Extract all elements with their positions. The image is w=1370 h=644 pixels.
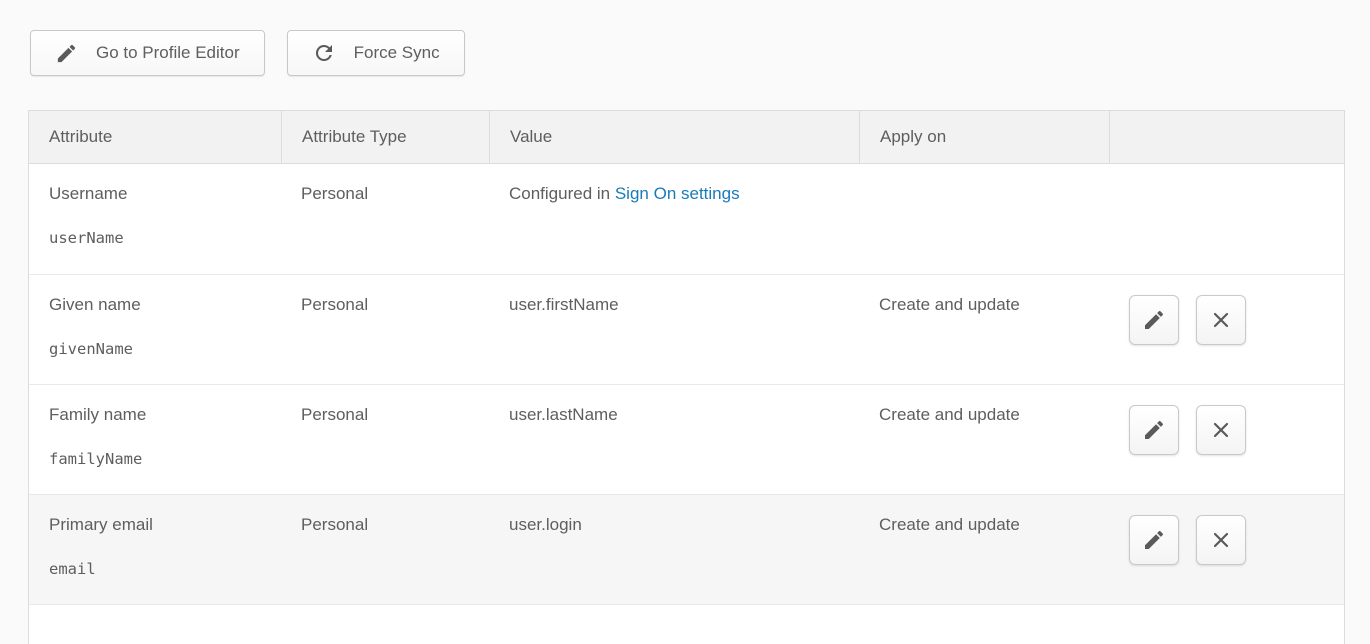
apply-on-cell: Create and update	[859, 274, 1109, 384]
pencil-icon	[1142, 418, 1166, 442]
actions-cell	[1109, 274, 1344, 384]
refresh-icon	[312, 41, 336, 65]
apply-on-cell: Create and update	[859, 494, 1109, 604]
table-row-partial	[29, 604, 1344, 644]
close-icon	[1209, 528, 1233, 552]
attribute-column-header: Attribute	[29, 111, 281, 164]
actions-cell	[1109, 164, 1344, 274]
attribute-type-cell: Personal	[281, 494, 489, 604]
toolbar: Go to Profile Editor Force Sync	[30, 30, 1370, 76]
attribute-label: Family name	[49, 405, 271, 425]
row-actions	[1129, 405, 1334, 455]
attribute-label: Primary email	[49, 515, 271, 535]
table-header-row: Attribute Attribute Type Value Apply on	[29, 111, 1344, 164]
value-text: Configured in	[509, 184, 615, 203]
force-sync-label: Force Sync	[354, 43, 440, 63]
attribute-cell: Family name familyName	[29, 384, 281, 494]
value-column-header: Value	[489, 111, 859, 164]
edit-attribute-button[interactable]	[1129, 405, 1179, 455]
actions-cell	[1109, 384, 1344, 494]
pencil-icon	[55, 42, 78, 65]
remove-attribute-button[interactable]	[1196, 405, 1246, 455]
attribute-cell: Given name givenName	[29, 274, 281, 384]
attribute-label: Given name	[49, 295, 271, 315]
pencil-icon	[1142, 528, 1166, 552]
attribute-variable-name: givenName	[49, 340, 271, 358]
apply-on-column-header: Apply on	[859, 111, 1109, 164]
attribute-variable-name: familyName	[49, 450, 271, 468]
attribute-type-cell: Personal	[281, 164, 489, 274]
remove-attribute-button[interactable]	[1196, 295, 1246, 345]
go-to-profile-editor-button[interactable]: Go to Profile Editor	[30, 30, 265, 76]
attribute-type-cell: Personal	[281, 274, 489, 384]
value-cell: Configured in Sign On settings	[489, 164, 859, 274]
apply-on-cell	[859, 164, 1109, 274]
table-row: Username userName Personal Configured in…	[29, 164, 1344, 274]
attribute-variable-name: userName	[49, 229, 271, 247]
attribute-mapping-table: Attribute Attribute Type Value Apply on …	[28, 110, 1345, 644]
attribute-type-column-header: Attribute Type	[281, 111, 489, 164]
force-sync-button[interactable]: Force Sync	[287, 30, 465, 76]
close-icon	[1209, 418, 1233, 442]
table-row: Given name givenName Personal user.first…	[29, 274, 1344, 384]
attribute-variable-name: email	[49, 560, 271, 578]
edit-attribute-button[interactable]	[1129, 515, 1179, 565]
attribute-cell: Primary email email	[29, 494, 281, 604]
row-actions	[1129, 295, 1334, 345]
value-cell: user.lastName	[489, 384, 859, 494]
value-cell: user.firstName	[489, 274, 859, 384]
table-row: Family name familyName Personal user.las…	[29, 384, 1344, 494]
pencil-icon	[1142, 308, 1166, 332]
attribute-label: Username	[49, 184, 271, 204]
attribute-type-cell: Personal	[281, 384, 489, 494]
row-actions	[1129, 515, 1334, 565]
apply-on-cell: Create and update	[859, 384, 1109, 494]
close-icon	[1209, 308, 1233, 332]
value-cell: user.login	[489, 494, 859, 604]
table-row: Primary email email Personal user.login …	[29, 494, 1344, 604]
actions-cell	[1109, 494, 1344, 604]
edit-attribute-button[interactable]	[1129, 295, 1179, 345]
attribute-cell: Username userName	[29, 164, 281, 274]
remove-attribute-button[interactable]	[1196, 515, 1246, 565]
go-to-profile-editor-label: Go to Profile Editor	[96, 43, 240, 63]
sign-on-settings-link[interactable]: Sign On settings	[615, 184, 740, 203]
empty-row-cell	[29, 604, 1344, 644]
actions-column-header	[1109, 111, 1344, 164]
